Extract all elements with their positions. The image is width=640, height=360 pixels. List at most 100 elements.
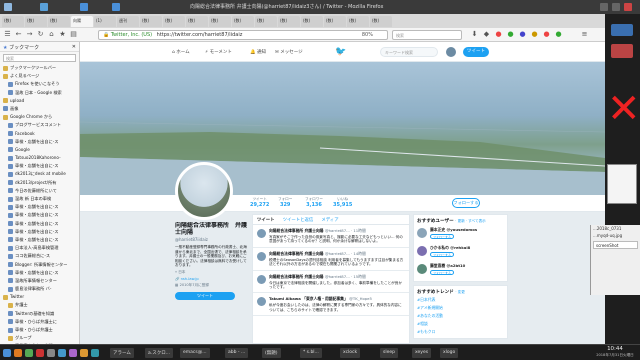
- forward-icon[interactable]: →: [25, 30, 34, 39]
- taskbar-app[interactable]: abb - ...: [225, 348, 249, 358]
- start-menu-icon[interactable]: [3, 349, 11, 357]
- bookmark-item[interactable]: 画像: [0, 105, 79, 113]
- tweet-author[interactable]: 向陽総合法律事務所 弁護士向陽: [269, 251, 323, 256]
- download-icon[interactable]: ⬇: [470, 30, 479, 39]
- timeline-tab[interactable]: ツイート: [257, 217, 275, 223]
- launcher-icon[interactable]: [80, 349, 88, 357]
- trend-item[interactable]: #日本代表: [417, 297, 504, 303]
- nav-messages[interactable]: ✉ メッセージ: [275, 49, 303, 55]
- bookmark-item[interactable]: ブックマークツールバー: [0, 64, 79, 72]
- taskbar-app[interactable]: アラーム: [110, 348, 134, 358]
- timeline-tab[interactable]: メディア: [321, 217, 338, 223]
- workspace-icon[interactable]: [112, 3, 120, 11]
- user-avatar[interactable]: [417, 246, 427, 256]
- taskbar-app[interactable]: emacs@...: [180, 348, 210, 358]
- browser-tab[interactable]: (数): [324, 15, 346, 27]
- taskbar-app[interactable]: sleep: [380, 348, 398, 358]
- bookmark-item[interactable]: dk2013にdesk at mobile: [0, 170, 79, 178]
- search-input[interactable]: 検索: [392, 30, 462, 40]
- browser-tab[interactable]: (数): [255, 15, 277, 27]
- trend-item[interactable]: #アメ新規開始: [417, 305, 504, 311]
- browser-tab[interactable]: (1): [94, 15, 116, 27]
- tweet-item[interactable]: Takumi Aikawa 「東京人権・用語記事集」 @TK_Hope5 私が今度…: [253, 293, 409, 317]
- tweet-item[interactable]: 向陽総合法律事務所 弁護士向陽 @harriet87... · 14時間 税理士の…: [253, 248, 409, 271]
- close-icon[interactable]: ✕: [72, 44, 76, 50]
- bookmark-item[interactable]: dk2013/project/所有: [0, 179, 79, 187]
- browser-tab[interactable]: (数): [163, 15, 185, 27]
- tweet-avatar[interactable]: [257, 274, 266, 284]
- bookmark-item[interactable]: 車検・店舗を出自に-ス: [0, 211, 79, 219]
- minimize-icon[interactable]: [600, 3, 608, 11]
- url-bar[interactable]: 🔒 Twitter, Inc. (US) https://twitter.com…: [98, 30, 388, 40]
- bookmark-item[interactable]: Twitterの基礎を知識: [0, 310, 79, 318]
- browser-tab[interactable]: (数): [301, 15, 323, 27]
- addon-icon[interactable]: ●: [506, 30, 515, 39]
- bookmark-item[interactable]: 鹿島法律事務所 バ-: [0, 285, 79, 293]
- reload-icon[interactable]: ↻: [36, 30, 45, 39]
- tweet-item[interactable]: 向陽総合法律事務所 弁護士向陽 @harriet87... · 15時間 今日は東…: [253, 271, 409, 294]
- tweet-author[interactable]: 向陽総合法律事務所 弁護士向陽: [269, 228, 323, 233]
- launcher-icon[interactable]: [25, 349, 33, 357]
- bookmark-item[interactable]: upload: [0, 97, 79, 105]
- timeline-tab[interactable]: ツイートと返信: [283, 217, 314, 223]
- account-avatar[interactable]: [446, 47, 456, 57]
- browser-tab[interactable]: (数): [186, 15, 208, 27]
- profile-link[interactable]: 🔗 nsh-law.jp: [175, 277, 247, 281]
- taskbar-app[interactable]: (無題): [262, 348, 281, 358]
- tweet-author[interactable]: Takumi Aikawa 「東京人権・用語記事集」: [269, 296, 348, 301]
- nav-home[interactable]: ⌂ ホーム: [172, 49, 190, 55]
- browser-tab[interactable]: (数): [140, 15, 162, 27]
- profile-tweet-button[interactable]: ツイート: [175, 291, 235, 300]
- filename-input[interactable]: screenShot: [593, 241, 638, 249]
- bookmark-item[interactable]: ココ佐藤総合に-ス: [0, 252, 79, 260]
- app-menu-icon[interactable]: [4, 3, 12, 11]
- bookmark-item[interactable]: 車検・店舗を出自に-ス: [0, 138, 79, 146]
- taskbar-app[interactable]: xeyes: [412, 348, 432, 358]
- addon-icon[interactable]: ●: [554, 30, 563, 39]
- bookmark-item[interactable]: Google: [0, 146, 79, 154]
- user-avatar[interactable]: [417, 264, 427, 274]
- bookmark-item[interactable]: 弁護士: [0, 301, 79, 309]
- trend-item[interactable]: #相談: [417, 321, 504, 327]
- launcher-icon[interactable]: [47, 349, 55, 357]
- browser-tab[interactable]: (数): [278, 15, 300, 27]
- overflow-menu-icon[interactable]: ≡: [580, 30, 589, 39]
- bookmark-item[interactable]: 温故 新 日本の車検: [0, 195, 79, 203]
- nav-notifications[interactable]: 🔔 通知: [250, 49, 266, 55]
- bookmarks-icon[interactable]: ★: [58, 30, 67, 39]
- tweet-button[interactable]: ツイート: [463, 47, 489, 57]
- browser-tab[interactable]: (数): [25, 15, 47, 27]
- trend-item[interactable]: #ももクロ: [417, 329, 504, 335]
- browser-tab[interactable]: (数): [347, 15, 369, 27]
- close-icon[interactable]: [624, 3, 632, 11]
- bookmark-item[interactable]: 車検・店舗を出自に-ス: [0, 220, 79, 228]
- launcher-icon[interactable]: [91, 349, 99, 357]
- addon-icon[interactable]: ◆: [482, 30, 491, 39]
- tweet-author[interactable]: 向陽総合法律事務所 弁護士向陽: [269, 274, 323, 279]
- browser-tab[interactable]: (数): [370, 15, 392, 27]
- launcher-icon[interactable]: [69, 349, 77, 357]
- file-item[interactable]: ...2018c_0731: [591, 225, 640, 232]
- bookmark-item[interactable]: 温故 日本 - Google 検索: [0, 89, 79, 97]
- addon-icon[interactable]: ●: [542, 30, 551, 39]
- follow-button[interactable]: フォローする: [452, 198, 480, 208]
- bookmark-item[interactable]: 車検・店舗を出自に-ス: [0, 162, 79, 170]
- nav-moments[interactable]: ⚡ モーメント: [205, 49, 232, 55]
- browser-tab[interactable]: (数): [232, 15, 254, 27]
- bookmark-item[interactable]: Tatsuo2018Kahorono-: [0, 154, 79, 162]
- bookmark-item[interactable]: よく見るページ: [0, 72, 79, 80]
- bookmark-item[interactable]: Google Chrome から: [0, 113, 79, 121]
- profile-avatar[interactable]: [175, 162, 233, 220]
- file-item[interactable]: ...myqd-uq.jpg: [591, 232, 640, 239]
- x-icon[interactable]: ✕: [607, 84, 640, 134]
- taskbar-app[interactable]: a.スクロ...: [145, 348, 173, 358]
- bookmark-item[interactable]: 車検・店舗を出自に-ス: [0, 228, 79, 236]
- bookmark-item[interactable]: 日本法人-高島車検管理: [0, 244, 79, 252]
- tweet-avatar[interactable]: [257, 229, 266, 238]
- bookmark-item[interactable]: Twitter: [0, 293, 79, 301]
- workspace-icon[interactable]: [80, 3, 88, 11]
- bookmark-item[interactable]: 今日の佐藤総所にいて: [0, 187, 79, 195]
- taskbar-app[interactable]: xlogo: [440, 348, 459, 358]
- bookmark-item[interactable]: 車検・店舗を出自に-ス: [0, 269, 79, 277]
- bookmark-item[interactable]: Firefox を使いこなそう: [0, 80, 79, 88]
